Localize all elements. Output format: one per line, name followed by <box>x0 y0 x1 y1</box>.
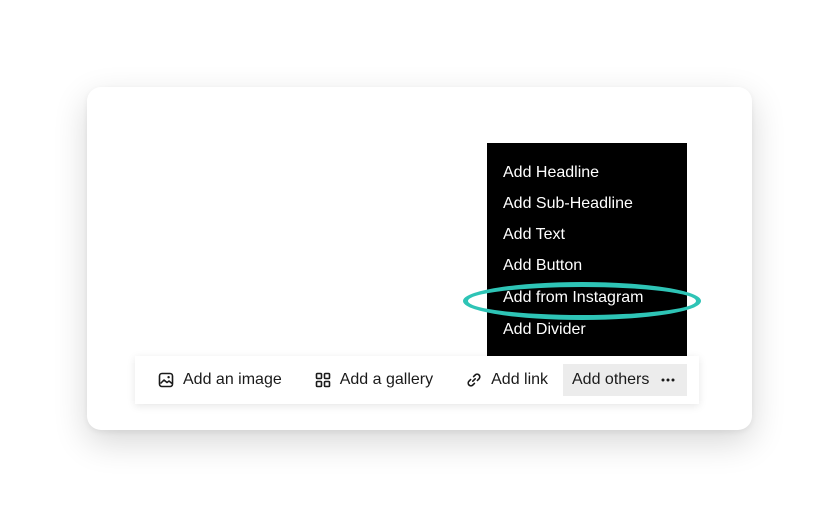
add-others-dropdown-menu: Add Headline Add Sub-Headline Add Text A… <box>487 143 687 358</box>
menu-item-add-headline[interactable]: Add Headline <box>487 157 687 188</box>
menu-item-add-divider[interactable]: Add Divider <box>487 314 687 345</box>
menu-item-add-text[interactable]: Add Text <box>487 219 687 250</box>
add-image-label: Add an image <box>183 371 282 388</box>
add-link-button[interactable]: Add link <box>455 364 558 396</box>
add-others-label: Add others <box>572 371 650 388</box>
image-icon <box>157 371 175 389</box>
more-horizontal-icon <box>661 378 675 382</box>
menu-item-add-button[interactable]: Add Button <box>487 250 687 282</box>
gallery-grid-icon <box>314 371 332 389</box>
link-icon <box>465 371 483 389</box>
menu-item-add-from-instagram[interactable]: Add from Instagram <box>487 282 687 314</box>
add-others-button[interactable]: Add others <box>563 364 687 396</box>
add-gallery-button[interactable]: Add a gallery <box>304 364 443 396</box>
add-gallery-label: Add a gallery <box>339 371 434 388</box>
add-content-toolbar: Add an image Add a gallery Add link Add … <box>135 356 699 404</box>
add-image-button[interactable]: Add an image <box>147 364 292 396</box>
menu-item-add-sub-headline[interactable]: Add Sub-Headline <box>487 188 687 219</box>
add-link-label: Add link <box>491 371 549 388</box>
page: Add Headline Add Sub-Headline Add Text A… <box>0 0 839 517</box>
